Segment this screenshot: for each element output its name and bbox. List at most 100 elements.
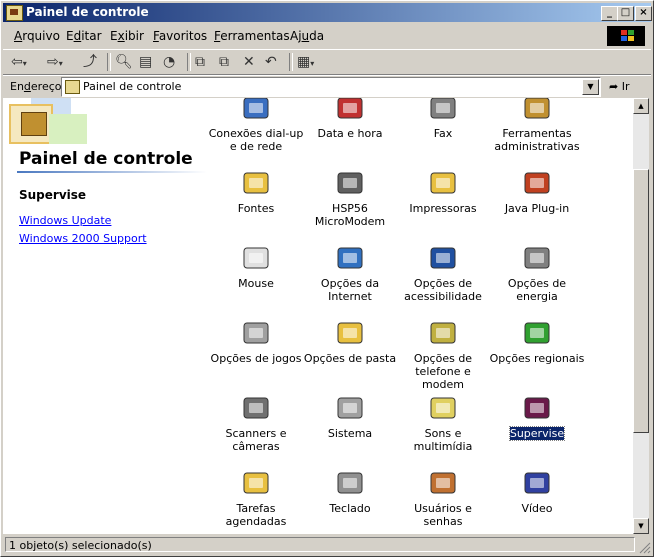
control-panel-item[interactable]: Data e hora [302, 98, 398, 140]
menu-arquivo[interactable]: Arquivo [14, 29, 60, 43]
minimize-button[interactable]: _ [601, 6, 618, 21]
address-label: Endereço [10, 80, 62, 93]
item-label: Tarefas agendadas [208, 502, 304, 528]
close-button[interactable]: × [635, 6, 652, 21]
display-icon [521, 467, 553, 499]
item-label: Ferramentas administrativas [489, 127, 585, 153]
item-label-line: Fax [433, 127, 453, 140]
java-icon [521, 167, 553, 199]
control-panel-item[interactable]: Sistema [302, 392, 398, 440]
control-panel-item[interactable]: Vídeo [489, 467, 585, 515]
item-label: Opções da Internet [302, 277, 398, 303]
back-arrow-icon[interactable]: ⇦▾ [11, 53, 27, 71]
item-label: Opções de pasta [302, 352, 398, 365]
control-panel-item[interactable]: Opções de energia [489, 242, 585, 303]
item-label-line: Opções da [320, 277, 380, 290]
address-input[interactable]: Painel de controle ▼ [61, 77, 601, 97]
printers-folder-icon [427, 167, 459, 199]
menu-exibir[interactable]: Exibir [110, 29, 144, 43]
control-panel-item[interactable]: Conexões dial-up e de rede [208, 98, 304, 153]
item-label: Opções regionais [489, 352, 585, 365]
control-panel-item[interactable]: Supervise [489, 392, 585, 441]
item-label-line: câmeras [232, 440, 280, 453]
users-passwords-icon [427, 467, 459, 499]
control-panel-item[interactable]: Usuários e senhas [395, 467, 491, 528]
control-panel-item[interactable]: Opções regionais [489, 317, 585, 365]
item-label-line: agendadas [225, 515, 287, 528]
up-folder-icon[interactable]: ⤴ [83, 53, 97, 71]
maximize-button[interactable]: □ [617, 6, 634, 21]
control-panel-item[interactable]: Scanners e câmeras [208, 392, 304, 453]
item-label: Fax [395, 127, 491, 140]
menu-editar[interactable]: Editar [66, 29, 102, 43]
control-panel-item[interactable]: Opções de jogos [208, 317, 304, 365]
globe-icon [521, 317, 553, 349]
control-panel-item[interactable]: Opções da Internet [302, 242, 398, 303]
item-label-line: Sistema [327, 427, 373, 440]
history-icon[interactable]: ◔ [163, 53, 175, 71]
item-label: Vídeo [489, 502, 585, 515]
keyboard-icon [334, 467, 366, 499]
control-panel-item[interactable]: Opções de acessibilidade [395, 242, 491, 303]
speaker-icon [427, 392, 459, 424]
accessibility-icon [427, 242, 459, 274]
item-label-line: Opções de [413, 277, 473, 290]
network-connections-icon [240, 98, 272, 124]
item-label: Impressoras [395, 202, 491, 215]
window-title: Painel de controle [26, 5, 149, 19]
toolbar-separator [187, 53, 191, 71]
forward-arrow-icon[interactable]: ⇨▾ [47, 53, 63, 71]
address-dropdown-button[interactable]: ▼ [582, 79, 599, 95]
control-panel-item[interactable]: Opções de pasta [302, 317, 398, 365]
folders-icon[interactable]: ▤ [139, 53, 152, 71]
control-panel-item[interactable]: Fax [395, 98, 491, 140]
item-label-line: acessibilidade [404, 290, 482, 303]
copy-to-icon[interactable]: ⧉ [219, 53, 229, 71]
search-icon[interactable]: 🔍︎ [115, 53, 133, 71]
undo-icon[interactable]: ↶ [265, 53, 277, 71]
windows-update-link[interactable]: Windows Update [19, 214, 111, 227]
windows-2000-support-link[interactable]: Windows 2000 Support [19, 232, 147, 245]
views-icon[interactable]: ▦▾ [297, 53, 314, 71]
item-label-line: Opções regionais [489, 352, 585, 365]
resize-grip-icon[interactable] [639, 542, 651, 554]
scroll-down-button[interactable]: ▼ [633, 518, 649, 534]
control-panel-item[interactable]: Ferramentas administrativas [489, 98, 585, 153]
control-panel-item[interactable]: HSP56 MicroModem [302, 167, 398, 228]
control-panel-item[interactable]: Opções de telefone e modem [395, 317, 491, 391]
power-options-icon [521, 242, 553, 274]
menu-ferramentas[interactable]: Ferramentas [214, 29, 290, 43]
scroll-up-button[interactable]: ▲ [633, 98, 649, 114]
windows-logo-icon [607, 26, 645, 46]
item-label: Sons e multimídia [395, 427, 491, 453]
control-panel-item[interactable]: Impressoras [395, 167, 491, 215]
control-panel-item[interactable]: Teclado [302, 467, 398, 515]
standard-toolbar: ⇦▾ ⇨▾ ⤴ 🔍︎ ▤ ◔ ⧉ ⧉ ✕ ↶ ▦▾ [3, 49, 651, 75]
item-label-line: Tarefas [236, 502, 276, 515]
item-label-line: Impressoras [409, 202, 477, 215]
status-bar: 1 objeto(s) selecionado(s) [3, 536, 651, 554]
item-label-line: Supervise [508, 426, 566, 441]
item-label: HSP56 MicroModem [302, 202, 398, 228]
go-button[interactable]: ➦ Ir [609, 80, 630, 93]
control-panel-item[interactable]: Sons e multimídia [395, 392, 491, 453]
item-label-line: Vídeo [521, 502, 553, 515]
title-bar[interactable]: Painel de controle _ □ × [3, 3, 652, 22]
menu-ajuda[interactable]: Ajuda [290, 29, 324, 43]
scroll-thumb[interactable] [633, 169, 649, 433]
item-label-line: Fontes [237, 202, 275, 215]
admin-tools-icon [521, 98, 553, 124]
delete-icon[interactable]: ✕ [243, 53, 255, 71]
control-panel-icon [6, 5, 23, 21]
left-pane-title: Painel de controle [19, 149, 193, 169]
menu-favoritos[interactable]: Favoritos [153, 29, 207, 43]
content-area: Painel de controle Supervise Windows Upd… [3, 98, 633, 534]
vertical-scrollbar[interactable]: ▲ ▼ [633, 98, 649, 534]
move-to-icon[interactable]: ⧉ [195, 53, 205, 71]
control-panel-item[interactable]: Mouse [208, 242, 304, 290]
control-panel-item[interactable]: Fontes [208, 167, 304, 215]
control-panel-item[interactable]: Tarefas agendadas [208, 467, 304, 528]
item-label: Fontes [208, 202, 304, 215]
control-panel-item[interactable]: Java Plug-in [489, 167, 585, 215]
internet-options-icon [334, 242, 366, 274]
